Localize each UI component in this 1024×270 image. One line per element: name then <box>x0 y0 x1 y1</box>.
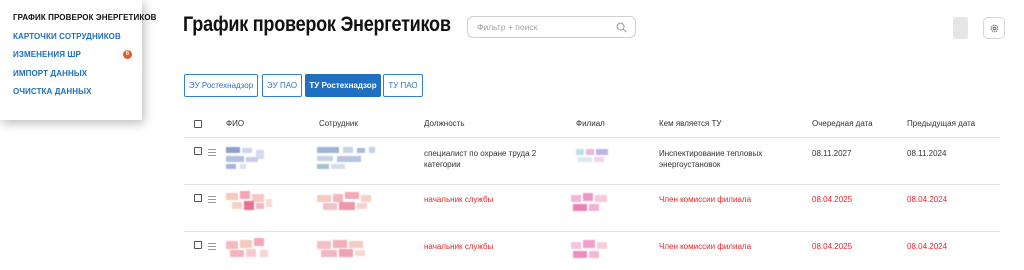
tu-role-cell: Член комиссии филиала <box>659 242 752 251</box>
next-date-cell: 08.11.2027 <box>812 149 852 158</box>
tu-role-cell: Инспектирование тепловых энергоустановок <box>659 149 762 170</box>
column-header-prev-date[interactable]: Предыдущая дата <box>907 119 975 128</box>
tu-role-cell: Член комиссии филиала <box>659 195 752 204</box>
position-line: специалист по охране труда 2 <box>424 149 537 158</box>
column-header-fio[interactable]: ФИО <box>226 119 244 128</box>
table-row[interactable]: начальник службы Член комиссии филиала 0… <box>184 185 1000 232</box>
menu-item-employee-cards[interactable]: КАРТОЧКИ СОТРУДНИКОВ <box>0 28 142 47</box>
drag-handle-icon[interactable] <box>208 243 216 252</box>
tab-tu-rostekhnadzor[interactable]: ТУ Ростехнадзор <box>305 74 381 97</box>
tab-eu-pao[interactable]: ЭУ ПАО <box>262 74 302 97</box>
select-all-checkbox[interactable] <box>194 120 202 128</box>
inspection-table: ФИО Сотрудник Должность Филиал Кем являе… <box>184 112 1000 270</box>
redacted-fio <box>226 191 286 213</box>
main-menu-popup: ГРАФИК ПРОВЕРОК ЭНЕРГЕТИКОВ КАРТОЧКИ СОТ… <box>0 0 156 120</box>
table-header: ФИО Сотрудник Должность Филиал Кем являе… <box>184 112 1000 138</box>
redacted-employee <box>317 147 387 169</box>
redacted-employee <box>317 191 389 213</box>
redacted-branch <box>571 193 621 215</box>
settings-button[interactable] <box>983 17 1005 39</box>
search-icon[interactable] <box>616 22 627 33</box>
tu-role-line: Инспектирование тепловых <box>659 149 763 158</box>
next-date-cell: 08.04.2025 <box>812 195 853 204</box>
column-header-position[interactable]: Должность <box>424 119 465 128</box>
column-header-tu-role[interactable]: Кем является ТУ <box>659 119 722 128</box>
drag-handle-icon[interactable] <box>208 149 216 158</box>
row-checkbox[interactable] <box>194 241 202 249</box>
search-input[interactable] <box>477 20 612 34</box>
menu-item-data-cleanup[interactable]: ОЧИСТКА ДАННЫХ <box>0 83 142 102</box>
position-cell: начальник службы <box>424 195 494 204</box>
tab-eu-rostekhnadzor[interactable]: ЭУ Ростехнадзор <box>184 74 258 97</box>
drag-handle-icon[interactable] <box>208 196 216 205</box>
column-header-branch[interactable]: Филиал <box>576 119 605 128</box>
search-field[interactable] <box>467 16 636 38</box>
table-row[interactable]: специалист по охране труда 2 категории И… <box>184 138 1000 185</box>
prev-date-cell: 08.04.2024 <box>907 195 948 204</box>
page-title: График проверок Энергетиков <box>183 13 451 36</box>
row-checkbox[interactable] <box>194 147 202 155</box>
menu-item-label: ИЗМЕНЕНИЯ ШР <box>13 50 81 59</box>
redacted-fio <box>226 147 281 169</box>
row-checkbox[interactable] <box>194 194 202 202</box>
position-cell: специалист по охране труда 2 категории <box>424 149 536 170</box>
next-date-cell: 08.04.2025 <box>812 242 853 251</box>
position-cell: начальник службы <box>424 242 494 251</box>
column-header-next-date[interactable]: Очередная дата <box>812 119 873 128</box>
table-row[interactable]: начальник службы Член комиссии филиала 0… <box>184 232 1000 270</box>
tu-role-line: энергоустановок <box>659 159 721 169</box>
redacted-branch <box>576 149 622 171</box>
user-avatar-placeholder[interactable] <box>953 17 968 39</box>
gear-icon <box>990 24 999 33</box>
notification-badge: 6 <box>123 50 132 59</box>
position-line: категории <box>424 159 461 169</box>
redacted-branch <box>571 240 621 262</box>
menu-item-data-import[interactable]: ИМПОРТ ДАННЫХ <box>0 65 142 84</box>
tab-tu-pao[interactable]: ТУ ПАО <box>383 74 423 97</box>
prev-date-cell: 08.11.2024 <box>907 149 947 158</box>
column-header-employee[interactable]: Сотрудник <box>319 119 358 128</box>
menu-item-staff-changes[interactable]: ИЗМЕНЕНИЯ ШР 6 <box>0 46 142 65</box>
menu-item-inspection-schedule[interactable]: ГРАФИК ПРОВЕРОК ЭНЕРГЕТИКОВ <box>0 9 156 28</box>
prev-date-cell: 08.04.2024 <box>907 242 948 251</box>
